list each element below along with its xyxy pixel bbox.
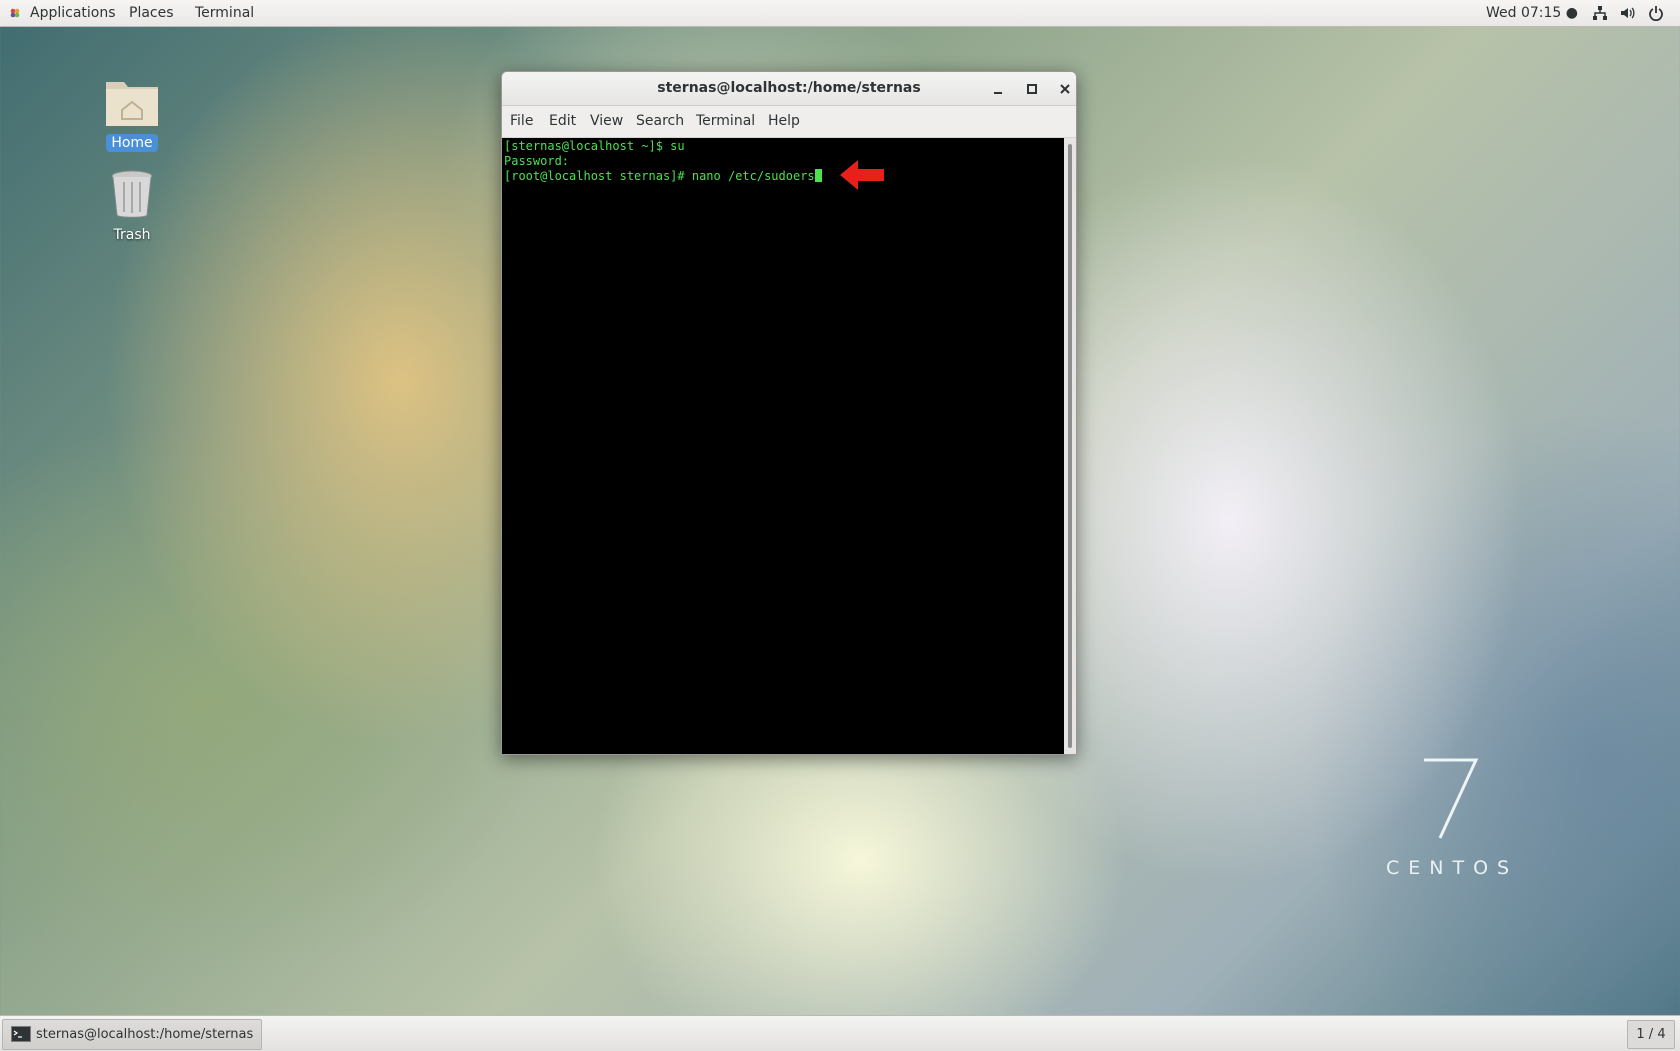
terminal-output[interactable]: [sternas@localhost ~]$ su Password: [roo… — [502, 138, 1064, 754]
menu-search[interactable]: Search — [636, 106, 684, 137]
text-cursor — [814, 169, 822, 182]
maximize-icon[interactable] — [1023, 80, 1041, 98]
desktop-icon-trash[interactable]: Trash — [87, 168, 177, 244]
trash-icon — [111, 170, 153, 218]
menu-terminal[interactable]: Terminal — [696, 106, 755, 137]
close-icon[interactable] — [1056, 80, 1074, 98]
applications-menu[interactable]: Applications — [30, 0, 116, 26]
desktop-icon-label: Trash — [113, 227, 151, 243]
terminal-line: [sternas@localhost ~]$ su — [504, 139, 685, 153]
menu-edit[interactable]: Edit — [549, 106, 576, 137]
menu-help[interactable]: Help — [768, 106, 800, 137]
top-panel: Applications Places Terminal Wed 07:15 ● — [0, 0, 1680, 27]
centos-seven-logo — [1424, 758, 1479, 839]
desktop-icon-home[interactable]: Home — [87, 76, 177, 152]
places-menu[interactable]: Places — [129, 0, 174, 26]
taskbar-window-label: sternas@localhost:/home/sternas — [36, 1027, 254, 1042]
window-titlebar[interactable]: sternas@localhost:/home/sternas — [502, 72, 1076, 106]
network-icon[interactable] — [1592, 5, 1608, 21]
minimize-icon[interactable] — [989, 80, 1007, 98]
terminal-app-menu[interactable]: Terminal — [195, 0, 254, 26]
desktop-icon-label: Home — [106, 134, 158, 152]
terminal-icon — [11, 1026, 31, 1042]
red-arrow-icon — [840, 160, 884, 190]
terminal-command: [root@localhost sternas]# nano /etc/sudo… — [504, 169, 815, 183]
home-folder-icon — [106, 82, 158, 126]
clock[interactable]: Wed 07:15 ● — [1486, 0, 1578, 26]
scrollbar-thumb[interactable] — [1068, 144, 1072, 748]
menu-file[interactable]: File — [510, 106, 533, 137]
window-menubar: File Edit View Search Terminal Help — [502, 106, 1076, 138]
bottom-panel: sternas@localhost:/home/sternas 1 / 4 — [0, 1015, 1680, 1051]
terminal-line: Password: — [504, 154, 577, 168]
workspace-switcher[interactable]: 1 / 4 — [1627, 1020, 1675, 1049]
power-icon[interactable] — [1648, 5, 1664, 21]
taskbar-window-button[interactable]: sternas@localhost:/home/sternas — [2, 1019, 262, 1050]
centos-wordmark: CENTOS — [1386, 857, 1519, 879]
volume-icon[interactable] — [1619, 5, 1635, 21]
applications-logo-icon — [10, 8, 20, 18]
menu-view[interactable]: View — [590, 106, 623, 137]
terminal-line: [root@localhost sternas]# nano /etc/sudo… — [504, 169, 822, 184]
terminal-scrollbar[interactable] — [1064, 138, 1076, 754]
terminal-window[interactable]: sternas@localhost:/home/sternas File Edi… — [501, 71, 1077, 755]
